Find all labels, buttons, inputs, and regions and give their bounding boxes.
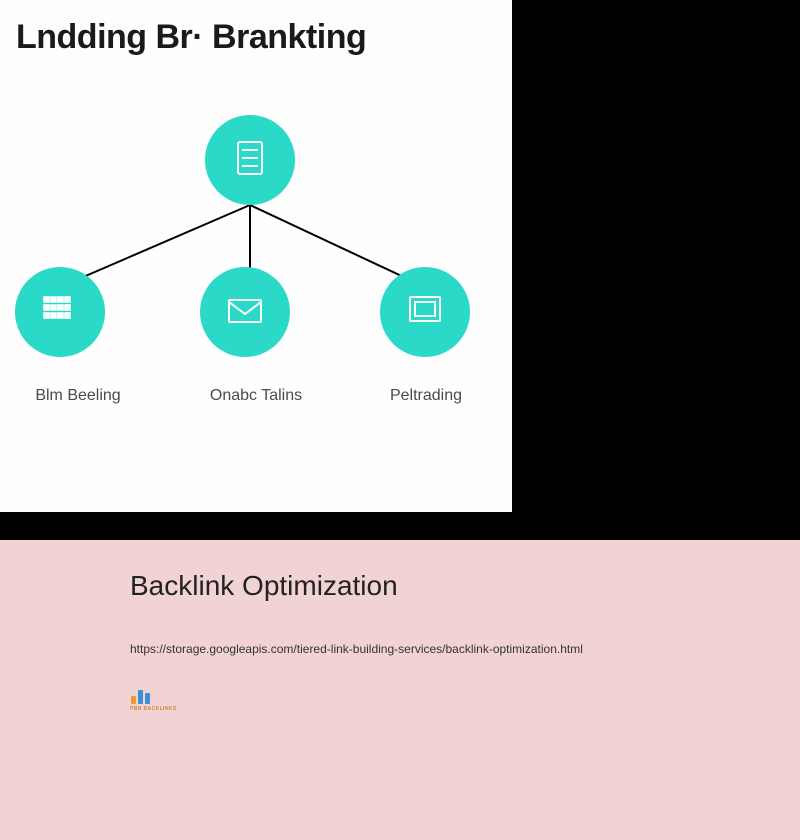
node-middle xyxy=(200,267,290,357)
monitor-icon xyxy=(403,288,447,337)
node-labels: Blm Beeling Onabc Talins Peltrading xyxy=(0,387,512,405)
diagram-canvas: Blm Beeling Onabc Talins Peltrading xyxy=(0,57,512,477)
card-title: Backlink Optimization xyxy=(130,570,670,602)
envelope-icon xyxy=(223,288,267,337)
label-right: Peltrading xyxy=(374,387,494,405)
bar-chart-icon xyxy=(130,684,152,706)
label-left: Blm Beeling xyxy=(18,387,138,405)
grid-code-icon xyxy=(38,288,82,337)
card-url: https://storage.googleapis.com/tiered-li… xyxy=(130,642,670,656)
node-right xyxy=(380,267,470,357)
logo xyxy=(130,684,670,706)
database-icon xyxy=(228,136,272,185)
diagram-panel: Lndding Br· Brankting xyxy=(0,0,512,512)
label-middle: Onabc Talins xyxy=(176,387,336,405)
logo-text: PBN BACKLINKS xyxy=(130,706,670,712)
diagram-title: Lndding Br· Brankting xyxy=(0,0,512,57)
info-card: Backlink Optimization https://storage.go… xyxy=(0,540,800,840)
node-top xyxy=(205,115,295,205)
node-left xyxy=(15,267,105,357)
